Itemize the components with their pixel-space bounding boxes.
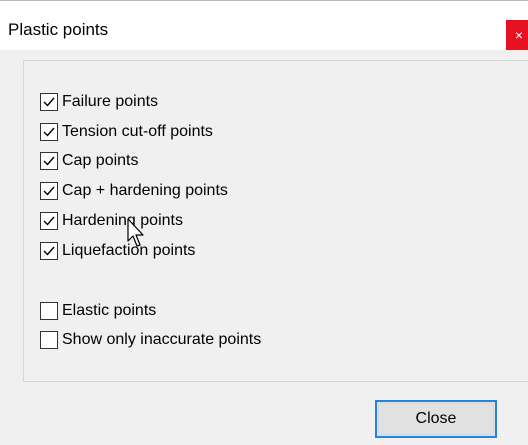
checkbox-box[interactable] xyxy=(40,331,58,349)
checkbox-box[interactable] xyxy=(40,242,58,260)
checkbox-label: Show only inaccurate points xyxy=(62,331,262,348)
cap-hardening-points-checkbox[interactable]: Cap + hardening points xyxy=(40,180,228,202)
title-bar: Plastic points × xyxy=(0,0,528,50)
checkbox-label: Tension cut-off points xyxy=(62,123,213,140)
checkmark-icon xyxy=(43,156,55,166)
close-button[interactable]: Close xyxy=(375,400,497,438)
checkbox-box[interactable] xyxy=(40,123,58,141)
checkbox-label: Cap points xyxy=(62,152,139,169)
plastic-points-dialog: Plastic points × Failure points Tension … xyxy=(0,0,528,445)
checkmark-icon xyxy=(43,216,55,226)
checkbox-label: Elastic points xyxy=(62,302,157,319)
checkbox-box[interactable] xyxy=(40,302,58,320)
checkbox-label: Cap + hardening points xyxy=(62,182,228,199)
checkmark-icon xyxy=(43,186,55,196)
checkbox-box[interactable] xyxy=(40,212,58,230)
close-icon: × xyxy=(514,27,524,43)
checkbox-box[interactable] xyxy=(40,93,58,111)
failure-points-checkbox[interactable]: Failure points xyxy=(40,91,158,113)
show-only-inaccurate-points-checkbox[interactable]: Show only inaccurate points xyxy=(40,329,261,351)
checkbox-box[interactable] xyxy=(40,182,58,200)
tension-cutoff-points-checkbox[interactable]: Tension cut-off points xyxy=(40,121,213,143)
checkbox-label: Hardening points xyxy=(62,212,183,229)
checkmark-icon xyxy=(43,97,55,107)
hardening-points-checkbox[interactable]: Hardening points xyxy=(40,210,183,232)
title-close-button[interactable]: × xyxy=(506,20,528,50)
checkmark-icon xyxy=(43,246,55,256)
checkmark-icon xyxy=(43,127,55,137)
close-button-label: Close xyxy=(415,410,457,427)
dialog-title: Plastic points xyxy=(8,20,109,39)
checkbox-label: Failure points xyxy=(62,93,159,110)
cap-points-checkbox[interactable]: Cap points xyxy=(40,150,139,172)
elastic-points-checkbox[interactable]: Elastic points xyxy=(40,300,156,322)
mouse-pointer-icon xyxy=(127,218,144,247)
checkbox-box[interactable] xyxy=(40,152,58,170)
liquefaction-points-checkbox[interactable]: Liquefaction points xyxy=(40,240,195,262)
